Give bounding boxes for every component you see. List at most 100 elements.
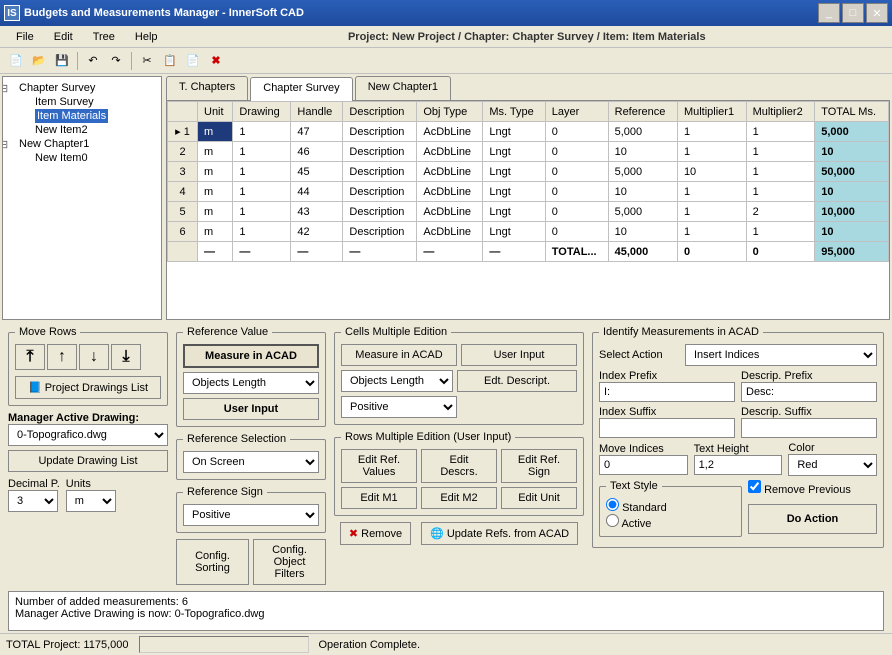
table-cell[interactable]: 1 (233, 202, 291, 222)
table-cell[interactable]: 0 (545, 222, 608, 242)
column-header[interactable]: Handle (291, 102, 343, 122)
paste-icon[interactable]: 📄 (183, 51, 203, 71)
table-cell[interactable]: Lngt (483, 122, 545, 142)
table-cell[interactable]: 1 (746, 122, 815, 142)
table-cell[interactable]: Description (343, 222, 417, 242)
table-cell[interactable]: 1 (746, 182, 815, 202)
minimize-button[interactable]: _ (818, 3, 840, 23)
table-cell[interactable]: 46 (291, 142, 343, 162)
column-header[interactable]: Obj Type (417, 102, 483, 122)
edit-m1-button[interactable]: Edit M1 (341, 487, 417, 509)
table-cell[interactable]: m (198, 202, 233, 222)
table-cell[interactable]: 47 (291, 122, 343, 142)
table-row[interactable]: 6m142DescriptionAcDbLineLngt0101110 (168, 222, 889, 242)
table-cell[interactable]: Description (343, 142, 417, 162)
move-indices-input[interactable] (599, 455, 688, 475)
column-header[interactable]: Description (343, 102, 417, 122)
table-cell[interactable]: m (198, 162, 233, 182)
redo-icon[interactable]: ↷ (106, 51, 126, 71)
table-cell[interactable]: 0 (545, 202, 608, 222)
select-action-select[interactable]: Insert Indices (685, 344, 877, 366)
save-icon[interactable]: 💾 (52, 51, 72, 71)
color-select[interactable]: Red (788, 454, 877, 476)
table-cell[interactable]: 10 (608, 222, 677, 242)
table-cell[interactable]: AcDbLine (417, 162, 483, 182)
radio-active[interactable]: Active (606, 518, 651, 530)
table-cell[interactable]: m (198, 142, 233, 162)
maximize-button[interactable]: □ (842, 3, 864, 23)
table-cell[interactable]: 2 (746, 202, 815, 222)
table-row[interactable]: 3m145DescriptionAcDbLineLngt05,00010150,… (168, 162, 889, 182)
tab-new-chapter1[interactable]: New Chapter1 (355, 76, 451, 100)
table-cell[interactable]: Description (343, 202, 417, 222)
table-cell[interactable]: m (198, 122, 233, 142)
update-refs-button[interactable]: 🌐 Update Refs. from ACAD (421, 522, 578, 545)
column-header[interactable] (168, 102, 198, 122)
table-cell[interactable]: 3 (168, 162, 198, 182)
undo-icon[interactable]: ↶ (83, 51, 103, 71)
manager-active-select[interactable]: 0-Topografico.dwg (8, 424, 168, 446)
table-cell[interactable]: AcDbLine (417, 202, 483, 222)
units-select[interactable]: m (66, 490, 116, 512)
table-row[interactable]: ▸ 1m147DescriptionAcDbLineLngt05,000115,… (168, 122, 889, 142)
table-cell[interactable]: 10 (677, 162, 746, 182)
table-cell[interactable]: 10 (815, 222, 889, 242)
table-cell[interactable]: 10 (608, 142, 677, 162)
edit-descript-button[interactable]: Edt. Descript. (457, 370, 577, 392)
menu-file[interactable]: File (6, 29, 44, 45)
ref-selection-select[interactable]: On Screen (183, 451, 319, 473)
project-drawings-button[interactable]: 📘 Project Drawings List (15, 376, 161, 399)
cells-measure-button[interactable]: Measure in ACAD (341, 344, 457, 366)
table-cell[interactable]: 45 (291, 162, 343, 182)
new-icon[interactable]: 📄 (6, 51, 26, 71)
table-row[interactable]: 2m146DescriptionAcDbLineLngt0101110 (168, 142, 889, 162)
table-cell[interactable]: 2 (168, 142, 198, 162)
table-cell[interactable]: AcDbLine (417, 122, 483, 142)
edit-descrs-button[interactable]: Edit Descrs. (421, 449, 497, 483)
table-cell[interactable]: 1 (233, 122, 291, 142)
column-header[interactable]: Multiplier2 (746, 102, 815, 122)
table-cell[interactable]: 1 (677, 142, 746, 162)
table-cell[interactable]: 1 (233, 162, 291, 182)
cells-userinput-button[interactable]: User Input (461, 344, 577, 366)
copy-icon[interactable]: 📋 (160, 51, 180, 71)
index-prefix-input[interactable] (599, 382, 735, 402)
column-header[interactable]: Drawing (233, 102, 291, 122)
table-cell[interactable]: 5 (168, 202, 198, 222)
config-filters-button[interactable]: Config. Object Filters (253, 539, 326, 585)
move-top-button[interactable]: ⤒ (15, 344, 45, 370)
menu-tree[interactable]: Tree (83, 29, 125, 45)
table-cell[interactable]: 1 (746, 222, 815, 242)
tree-node[interactable]: Chapter Survey (7, 81, 157, 95)
config-sorting-button[interactable]: Config. Sorting (176, 539, 249, 585)
table-cell[interactable]: 44 (291, 182, 343, 202)
table-cell[interactable]: Lngt (483, 202, 545, 222)
table-cell[interactable]: 1 (677, 202, 746, 222)
table-cell[interactable]: 5,000 (608, 202, 677, 222)
index-suffix-input[interactable] (599, 418, 735, 438)
table-cell[interactable]: 1 (677, 122, 746, 142)
table-cell[interactable]: 1 (746, 162, 815, 182)
table-cell[interactable]: 0 (545, 142, 608, 162)
menu-edit[interactable]: Edit (44, 29, 83, 45)
table-cell[interactable]: m (198, 182, 233, 202)
table-cell[interactable]: 1 (677, 182, 746, 202)
measure-acad-button[interactable]: Measure in ACAD (183, 344, 319, 368)
table-cell[interactable]: 10 (608, 182, 677, 202)
table-cell[interactable]: 1 (233, 222, 291, 242)
ref-sign-select[interactable]: Positive (183, 504, 319, 526)
table-cell[interactable]: 0 (545, 162, 608, 182)
column-header[interactable]: Unit (198, 102, 233, 122)
text-height-input[interactable] (694, 455, 783, 475)
table-cell[interactable]: 1 (677, 222, 746, 242)
data-grid[interactable]: UnitDrawingHandleDescriptionObj TypeMs. … (166, 100, 890, 320)
tree-node[interactable]: Item Survey (19, 95, 157, 109)
table-cell[interactable]: AcDbLine (417, 182, 483, 202)
do-action-button[interactable]: Do Action (748, 504, 877, 534)
menu-help[interactable]: Help (125, 29, 168, 45)
column-header[interactable]: Ms. Type (483, 102, 545, 122)
table-cell[interactable]: 4 (168, 182, 198, 202)
tree-node[interactable]: New Chapter1 (7, 137, 157, 151)
update-drawing-list-button[interactable]: Update Drawing List (8, 450, 168, 472)
table-cell[interactable]: 5,000 (608, 162, 677, 182)
